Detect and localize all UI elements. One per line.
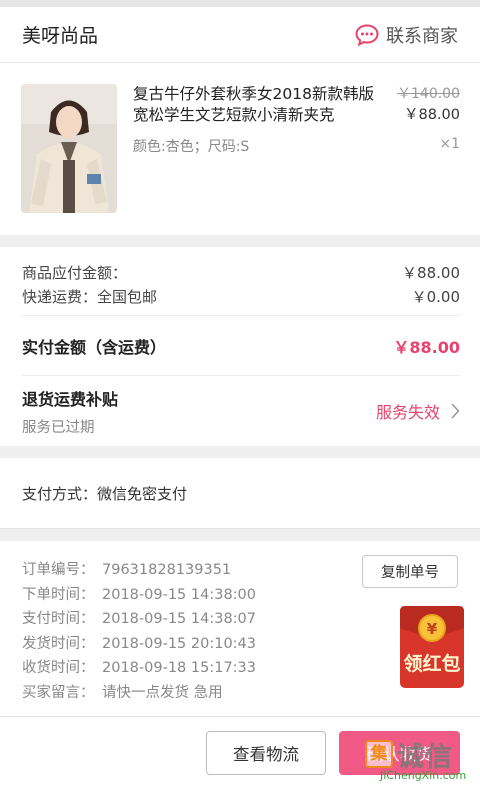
product-thumbnail[interactable] [21, 84, 117, 213]
order-info-value: 2018-09-15 14:38:07 [102, 611, 256, 627]
red-packet-label: 领红包 [403, 652, 460, 675]
paid-amount-label: 实付金额（含运费） [22, 337, 167, 357]
order-info-key: 发货时间： [22, 635, 95, 652]
order-info-key: 收货时间： [22, 660, 95, 676]
chevron-right-icon [451, 403, 460, 419]
subsidy-title: 退货运费补贴 [22, 389, 119, 409]
product-attributes: 颜色:杏色；尺码:S [133, 139, 250, 155]
product-info: 复古牛仔外套秋季女2018新款韩版宽松学生文艺短款小清新夹克 颜色:杏色；尺码:… [133, 84, 388, 235]
section-gap [0, 529, 480, 541]
shop-name[interactable]: 美呀尚品 [22, 21, 98, 48]
order-info-section: 订单编号： 79631828139351 下单时间： 2018-09-15 14… [0, 541, 480, 727]
shop-header: 美呀尚品 联系商家 [0, 7, 480, 63]
order-number: 79631828139351 [102, 562, 232, 578]
top-strip [0, 0, 480, 7]
order-info-key: 下单时间： [22, 586, 95, 603]
payment-section: 支付方式：微信免密支付 [0, 458, 480, 529]
order-info-value: 2018-09-15 20:10:43 [102, 635, 256, 652]
view-logistics-button[interactable]: 查看物流 [206, 731, 326, 775]
order-info-key: 支付时间： [22, 611, 95, 627]
goods-amount-label: 商品应付金额： [22, 263, 128, 282]
order-info-key: 订单编号： [22, 562, 95, 578]
contact-seller-label: 联系商家 [386, 25, 458, 47]
order-info-key: 买家留言： [22, 684, 95, 701]
watermark-url: JiChengXin.com [380, 769, 467, 782]
subsidy-status-label: 服务失效 [375, 403, 440, 422]
copy-order-number-button[interactable]: 复制单号 [362, 555, 458, 588]
svg-text:¥: ¥ [427, 620, 438, 638]
order-info-value: 2018-09-18 15:17:33 [102, 660, 256, 676]
subsidy-note: 服务已过期 [22, 419, 95, 436]
shop-section: 美呀尚品 联系商家 复古牛仔外套秋季女2018新款韩版宽松学生文艺短款小清新夹克… [0, 7, 480, 235]
product-title[interactable]: 复古牛仔外套秋季女2018新款韩版宽松学生文艺短款小清新夹克 [133, 84, 388, 126]
paid-amount-row: 实付金额（含运费） ￥88.00 [22, 316, 460, 376]
contact-seller-button[interactable]: 联系商家 [355, 22, 458, 48]
shipping-value: ￥0.00 [411, 288, 460, 306]
paid-amount-value: ￥88.00 [393, 337, 460, 357]
shipping-row: 快递运费：全国包邮 ￥0.00 [22, 284, 460, 316]
fee-section: 商品应付金额： ￥88.00 快递运费：全国包邮 ￥0.00 实付金额（含运费）… [0, 247, 480, 446]
goods-amount-row: 商品应付金额： ￥88.00 [22, 247, 460, 284]
order-info-value: 2018-09-15 14:38:00 [102, 586, 256, 603]
ship-time-line: 发货时间： 2018-09-15 20:10:43 [22, 632, 458, 657]
section-gap [0, 446, 480, 458]
buyer-message: 请快一点发货 急用 [102, 684, 223, 701]
receive-time-line: 收货时间： 2018-09-18 15:17:33 [22, 656, 458, 681]
subsidy-status[interactable]: 服务失效 [376, 399, 460, 423]
return-shipping-subsidy[interactable]: 退货运费补贴 服务已过期 服务失效 [22, 376, 460, 446]
watermark-logo: 集 [365, 740, 393, 768]
section-gap [0, 235, 480, 247]
product-quantity: ×1 [439, 136, 460, 152]
red-packet-button[interactable]: ¥ 领红包 [400, 606, 464, 688]
chat-bubble-icon [355, 23, 379, 46]
original-price: ￥140.00 [397, 86, 460, 102]
goods-amount-value: ￥88.00 [402, 263, 460, 282]
subsidy-text: 退货运费补贴 服务已过期 [22, 386, 118, 437]
buyer-message-line: 买家留言： 请快一点发货 急用 [22, 681, 458, 706]
pay-time-line: 支付时间： 2018-09-15 14:38:07 [22, 607, 458, 632]
current-price: ￥88.00 [403, 107, 460, 123]
payment-method: 支付方式：微信免密支付 [0, 458, 480, 529]
shipping-label: 快递运费：全国包邮 [22, 288, 158, 306]
product-price-block: ￥140.00 ￥88.00 ×1 [388, 84, 460, 235]
product-item[interactable]: 复古牛仔外套秋季女2018新款韩版宽松学生文艺短款小清新夹克 颜色:杏色；尺码:… [0, 63, 480, 235]
